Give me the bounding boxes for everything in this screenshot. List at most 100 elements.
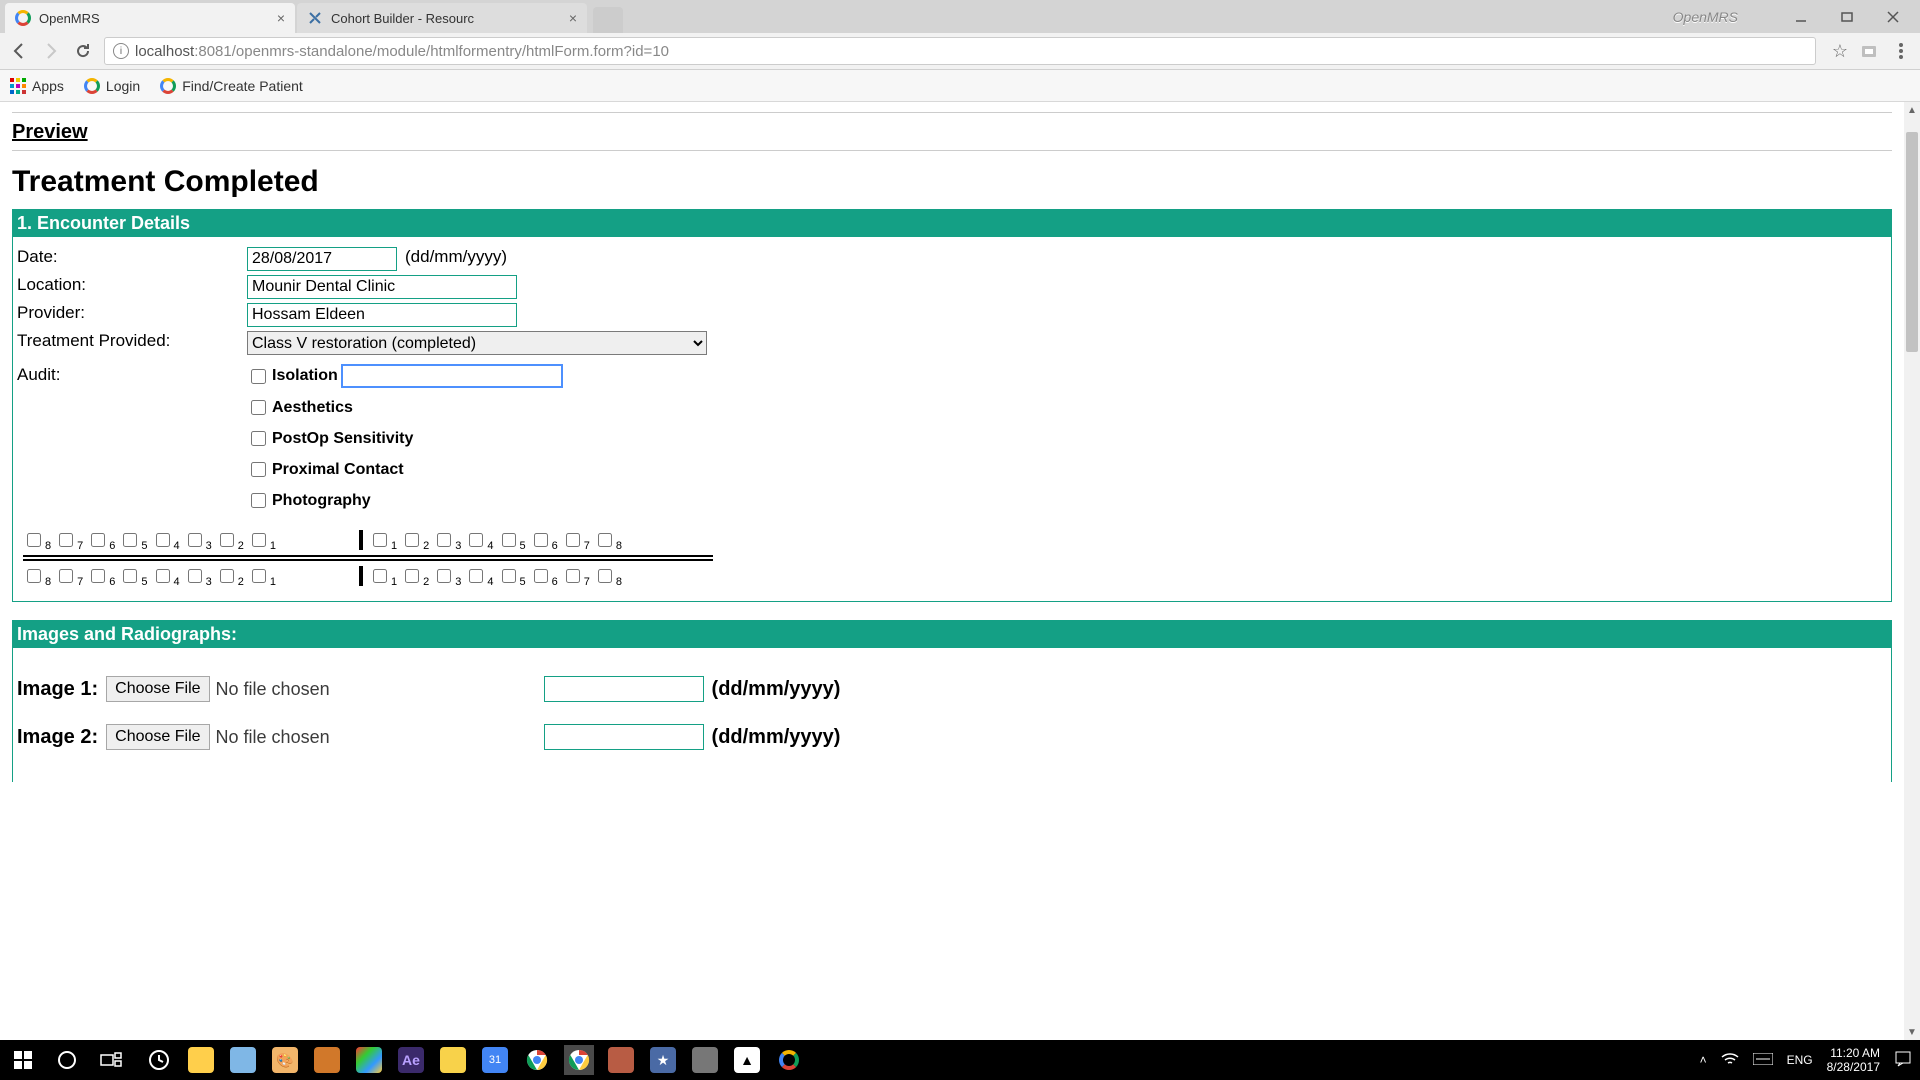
chrome-menu-icon[interactable] (1890, 40, 1912, 62)
bookmark-find-patient[interactable]: Find/Create Patient (160, 78, 303, 94)
tooth-checkbox[interactable] (91, 533, 105, 547)
bookmark-login[interactable]: Login (84, 78, 140, 94)
tooth-checkbox[interactable] (59, 569, 73, 583)
tooth-checkbox[interactable] (156, 569, 170, 583)
taskbar-clock[interactable]: 11:20 AM 8/28/2017 (1827, 1046, 1880, 1074)
extension-icon[interactable] (1858, 40, 1880, 62)
start-button[interactable] (8, 1045, 38, 1075)
taskbar-pinned-apps: 🎨 Ae 31 ★ ▲ (144, 1045, 804, 1075)
tooth-checkbox[interactable] (220, 533, 234, 547)
audit-photography-checkbox[interactable] (251, 493, 266, 508)
tooth-cell: 2 (216, 566, 244, 586)
close-tab-icon[interactable]: × (277, 10, 285, 26)
reload-button[interactable] (72, 40, 94, 62)
calendar-icon[interactable]: 31 (480, 1045, 510, 1075)
notepad-icon[interactable] (228, 1045, 258, 1075)
audit-proximal-checkbox[interactable] (251, 462, 266, 477)
chrome-icon[interactable] (522, 1045, 552, 1075)
location-input[interactable] (247, 275, 517, 299)
task-view-button[interactable] (96, 1045, 126, 1075)
audit-isolation-input[interactable] (342, 365, 562, 387)
image1-date-input[interactable] (544, 676, 704, 702)
app-icon[interactable] (774, 1045, 804, 1075)
tooth-checkbox[interactable] (534, 533, 548, 547)
scroll-down-arrow-icon[interactable]: ▼ (1904, 1024, 1920, 1040)
cortana-button[interactable] (52, 1045, 82, 1075)
app-icon[interactable] (606, 1045, 636, 1075)
browser-tab-active[interactable]: OpenMRS × (5, 3, 295, 33)
treatment-select[interactable]: Class V restoration (completed) (247, 331, 707, 355)
tray-overflow-icon[interactable]: ˄ (1700, 1053, 1707, 1067)
scroll-up-arrow-icon[interactable]: ▲ (1904, 102, 1920, 118)
tooth-checkbox[interactable] (156, 533, 170, 547)
tooth-checkbox[interactable] (405, 533, 419, 547)
tooth-checkbox[interactable] (469, 569, 483, 583)
apps-shortcut[interactable]: Apps (10, 78, 64, 94)
language-indicator[interactable]: ENG (1787, 1053, 1813, 1067)
tooth-checkbox[interactable] (373, 533, 387, 547)
tooth-checkbox[interactable] (534, 569, 548, 583)
tooth-checkbox[interactable] (598, 569, 612, 583)
window-maximize-button[interactable] (1824, 2, 1870, 32)
app-icon[interactable]: ★ (648, 1045, 678, 1075)
window-close-button[interactable] (1870, 2, 1916, 32)
app-icon[interactable] (312, 1045, 342, 1075)
images-section: Images and Radiographs: Image 1: Choose … (12, 620, 1892, 782)
tooth-checkbox[interactable] (405, 569, 419, 583)
tooth-checkbox[interactable] (188, 533, 202, 547)
tooth-checkbox[interactable] (252, 533, 266, 547)
forward-button[interactable] (40, 40, 62, 62)
address-bar[interactable]: i localhost:8081/openmrs-standalone/modu… (104, 37, 1816, 65)
wifi-icon[interactable] (1721, 1052, 1739, 1069)
window-minimize-button[interactable] (1778, 2, 1824, 32)
audit-item: Aesthetics (247, 397, 562, 418)
scrollbar-thumb[interactable] (1906, 132, 1918, 352)
image1-choose-button[interactable]: Choose File (106, 676, 209, 702)
back-button[interactable] (8, 40, 30, 62)
tooth-checkbox[interactable] (27, 533, 41, 547)
tooth-checkbox[interactable] (566, 569, 580, 583)
close-tab-icon[interactable]: × (569, 10, 577, 26)
vertical-scrollbar[interactable]: ▲ ▼ (1904, 102, 1920, 1040)
bookmark-star-icon[interactable]: ☆ (1832, 41, 1848, 62)
location-label: Location: (17, 275, 247, 295)
tooth-checkbox[interactable] (123, 533, 137, 547)
tooth-checkbox[interactable] (469, 533, 483, 547)
tooth-checkbox[interactable] (437, 533, 451, 547)
tooth-checkbox[interactable] (27, 569, 41, 583)
tooth-checkbox[interactable] (59, 533, 73, 547)
provider-input[interactable] (247, 303, 517, 327)
audit-postop-checkbox[interactable] (251, 431, 266, 446)
image2-choose-button[interactable]: Choose File (106, 724, 209, 750)
app-icon[interactable] (354, 1045, 384, 1075)
tooth-checkbox[interactable] (123, 569, 137, 583)
tooth-checkbox[interactable] (188, 569, 202, 583)
after-effects-icon[interactable]: Ae (396, 1045, 426, 1075)
browser-tab-inactive[interactable]: Cohort Builder - Resourc × (297, 3, 587, 33)
action-center-icon[interactable] (1894, 1050, 1912, 1071)
new-tab-button[interactable] (593, 7, 623, 33)
photos-icon[interactable]: ▲ (732, 1045, 762, 1075)
audit-aesthetics-checkbox[interactable] (251, 400, 266, 415)
tooth-checkbox[interactable] (566, 533, 580, 547)
paint-icon[interactable]: 🎨 (270, 1045, 300, 1075)
tooth-checkbox[interactable] (373, 569, 387, 583)
app-icon[interactable] (438, 1045, 468, 1075)
tooth-checkbox[interactable] (502, 533, 516, 547)
keyboard-icon[interactable] (1753, 1053, 1773, 1068)
tooth-checkbox[interactable] (91, 569, 105, 583)
taskbar-clock-icon[interactable] (144, 1045, 174, 1075)
chrome-active-icon[interactable] (564, 1045, 594, 1075)
tooth-checkbox[interactable] (252, 569, 266, 583)
tooth-checkbox[interactable] (502, 569, 516, 583)
audit-isolation-checkbox[interactable] (251, 369, 266, 384)
image2-date-input[interactable] (544, 724, 704, 750)
file-explorer-icon[interactable] (186, 1045, 216, 1075)
tooth-checkbox[interactable] (220, 569, 234, 583)
app-icon[interactable] (690, 1045, 720, 1075)
tooth-checkbox[interactable] (437, 569, 451, 583)
encounter-date-input[interactable] (247, 247, 397, 271)
tooth-cell: 5 (119, 530, 147, 550)
tooth-checkbox[interactable] (598, 533, 612, 547)
site-info-icon[interactable]: i (113, 43, 129, 59)
